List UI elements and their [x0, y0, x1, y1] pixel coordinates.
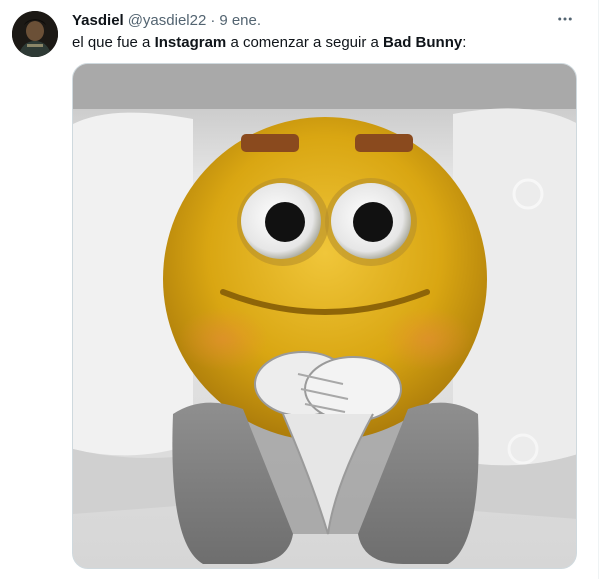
tweet-header: Yasdiel @yasdiel22 · 9 ene.	[72, 10, 261, 30]
avatar[interactable]	[12, 11, 58, 57]
tweet-text-part: el que fue a	[72, 34, 155, 51]
meme-image	[73, 64, 576, 568]
tweet-text-part: a comenzar a seguir a	[226, 34, 384, 51]
tweet-text: el que fue a Instagram a comenzar a segu…	[72, 33, 572, 53]
tweet[interactable]: Yasdiel @yasdiel22 · 9 ene. el que fue a…	[0, 0, 599, 579]
display-name[interactable]: Yasdiel	[72, 12, 124, 29]
tweet-text-part: :	[462, 34, 467, 51]
more-horizontal-icon	[558, 17, 572, 21]
user-handle[interactable]: @yasdiel22	[128, 12, 207, 29]
more-options-button[interactable]	[554, 8, 576, 30]
tweet-media[interactable]	[72, 63, 577, 569]
timestamp[interactable]: 9 ene.	[219, 12, 261, 29]
separator-dot: ·	[210, 11, 216, 29]
tweet-text-bold-bad-bunny: Bad Bunny	[383, 34, 463, 51]
tweet-text-bold-instagram: Instagram	[154, 34, 227, 51]
avatar-image	[12, 11, 58, 57]
